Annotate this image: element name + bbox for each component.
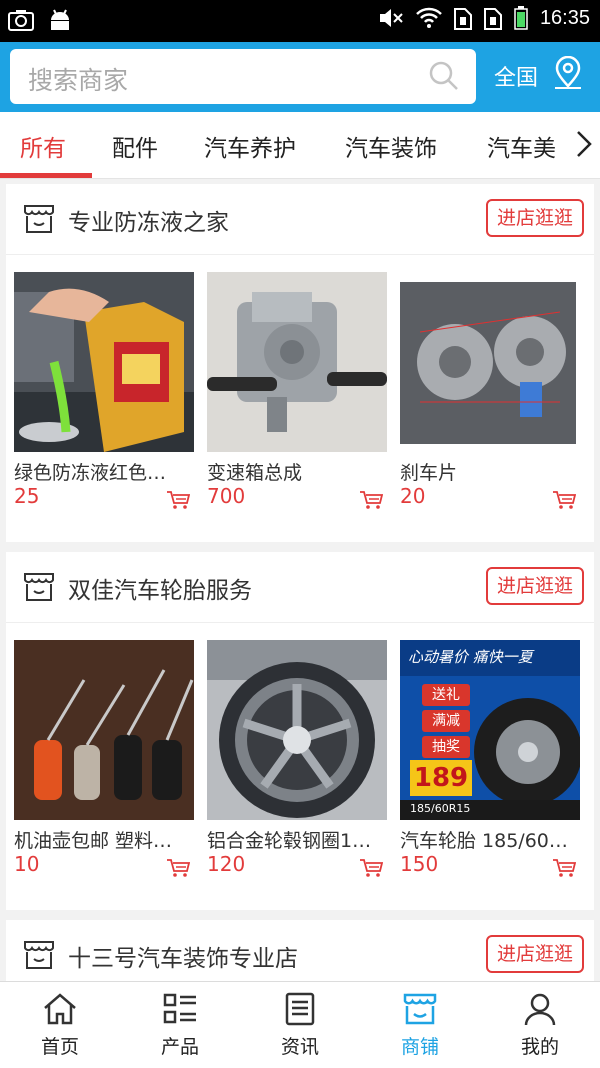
user-icon [524, 993, 556, 1026]
banner-size: 185/60R15 [410, 802, 471, 815]
product-name: 变速箱总成 [207, 462, 303, 484]
banner-tag: 送礼 [422, 684, 470, 706]
product-name: 汽车轮胎 185/60… [400, 830, 568, 852]
enter-shop-button[interactable]: 进店逛逛 [486, 199, 584, 237]
shop-name: 专业防冻液之家 [68, 210, 229, 236]
product-image[interactable]: 心动暑价 痛快一夏 送礼 满减 抽奖 189 185/60R15 [400, 640, 580, 820]
product-name: 铝合金轮毂钢圈1… [207, 830, 372, 852]
header: 搜索商家 全国 [0, 42, 600, 112]
nav-label: 首页 [40, 1036, 79, 1058]
product-price: 150 [400, 852, 439, 876]
home-icon [44, 993, 76, 1025]
product-name: 机油壶包邮 塑料… [14, 830, 173, 852]
product-card[interactable]: 机油壶包邮 塑料… 10 [14, 640, 196, 880]
cart-icon[interactable] [166, 490, 190, 510]
bottom-nav: 首页 产品 资讯 商铺 我的 [0, 981, 600, 1068]
shop-header: 十三号汽车装饰专业店 进店逛逛 [6, 920, 594, 981]
tab-car-beauty[interactable]: 汽车美 [487, 129, 556, 163]
chevron-right-icon[interactable] [576, 130, 592, 158]
banner-headline: 心动暑价 痛快一夏 [408, 648, 533, 666]
shop-name: 双佳汽车轮胎服务 [68, 578, 252, 604]
tab-parts[interactable]: 配件 [112, 129, 158, 163]
nav-label: 商铺 [400, 1036, 439, 1058]
nav-label: 资讯 [280, 1036, 319, 1058]
product-image[interactable] [400, 272, 580, 452]
store-icon [24, 205, 54, 233]
nav-item-products[interactable]: 产品 [120, 982, 240, 1068]
shop-icon [403, 993, 437, 1025]
clock: 16:35 [539, 6, 590, 29]
category-tabs: 所有 配件 汽车养护 汽车装饰 汽车美 [0, 112, 600, 179]
shop-card: 十三号汽车装饰专业店 进店逛逛 [6, 920, 594, 981]
search-input[interactable]: 搜索商家 [10, 49, 476, 104]
nav-item-news[interactable]: 资讯 [240, 982, 360, 1068]
screenshot-icon [8, 10, 34, 31]
product-card[interactable]: 绿色防冻液红色… 25 [14, 272, 196, 512]
product-name: 绿色防冻液红色… [14, 462, 167, 484]
product-image[interactable] [14, 640, 194, 820]
product-image[interactable] [207, 640, 387, 820]
status-bar: 16:35 [0, 0, 600, 42]
nav-item-home[interactable]: 首页 [0, 982, 120, 1068]
nav-label: 产品 [160, 1036, 199, 1058]
banner-price: 189 [410, 760, 472, 796]
shop-card: 专业防冻液之家 进店逛逛 绿色防冻液红色… 25 变速箱总成 700 刹车片 2… [6, 184, 594, 542]
sim2-icon [483, 8, 502, 30]
nav-label: 我的 [520, 1036, 559, 1058]
battery-icon [514, 6, 528, 30]
tab-all[interactable]: 所有 [20, 129, 66, 163]
nav-item-me[interactable]: 我的 [480, 982, 600, 1068]
product-price: 20 [400, 484, 426, 508]
product-price: 25 [14, 484, 40, 508]
store-icon [24, 941, 54, 969]
product-price: 10 [14, 852, 40, 876]
tab-car-maintenance[interactable]: 汽车养护 [204, 129, 296, 163]
search-icon[interactable] [428, 60, 460, 92]
shop-name: 十三号汽车装饰专业店 [68, 946, 298, 972]
cart-icon[interactable] [552, 858, 576, 878]
shop-header: 双佳汽车轮胎服务 进店逛逛 [6, 552, 594, 623]
store-icon [24, 573, 54, 601]
cart-icon[interactable] [359, 858, 383, 878]
banner-tag: 满减 [422, 710, 470, 732]
enter-shop-button[interactable]: 进店逛逛 [486, 935, 584, 973]
shop-card: 双佳汽车轮胎服务 进店逛逛 机油壶包邮 塑料… 10 铝合金轮毂钢圈1… 120… [6, 552, 594, 910]
active-tab-indicator [0, 173, 92, 178]
search-placeholder: 搜索商家 [28, 66, 129, 95]
cart-icon[interactable] [166, 858, 190, 878]
sim1-icon [453, 8, 472, 30]
banner-tag: 抽奖 [422, 736, 470, 758]
product-image[interactable] [207, 272, 387, 452]
news-icon [285, 992, 315, 1026]
mute-icon [379, 9, 403, 27]
product-card[interactable]: 心动暑价 痛快一夏 送礼 满减 抽奖 189 185/60R15 汽车轮胎 18… [400, 640, 582, 880]
shop-header: 专业防冻液之家 进店逛逛 [6, 184, 594, 255]
enter-shop-button[interactable]: 进店逛逛 [486, 567, 584, 605]
product-name: 刹车片 [400, 462, 458, 484]
android-icon [51, 9, 69, 30]
product-image[interactable] [14, 272, 194, 452]
nav-item-shops[interactable]: 商铺 [360, 982, 480, 1068]
product-price: 120 [207, 852, 246, 876]
product-card[interactable]: 铝合金轮毂钢圈1… 120 [207, 640, 389, 880]
wifi-icon [416, 7, 442, 28]
cart-icon[interactable] [552, 490, 576, 510]
region-selector[interactable]: 全国 [494, 60, 538, 92]
location-pin-icon[interactable] [553, 56, 583, 90]
cart-icon[interactable] [359, 490, 383, 510]
product-list-icon [163, 993, 196, 1024]
tab-car-decoration[interactable]: 汽车装饰 [345, 129, 437, 163]
product-price: 700 [207, 484, 246, 508]
product-card[interactable]: 刹车片 20 [400, 272, 582, 512]
product-card[interactable]: 变速箱总成 700 [207, 272, 389, 512]
